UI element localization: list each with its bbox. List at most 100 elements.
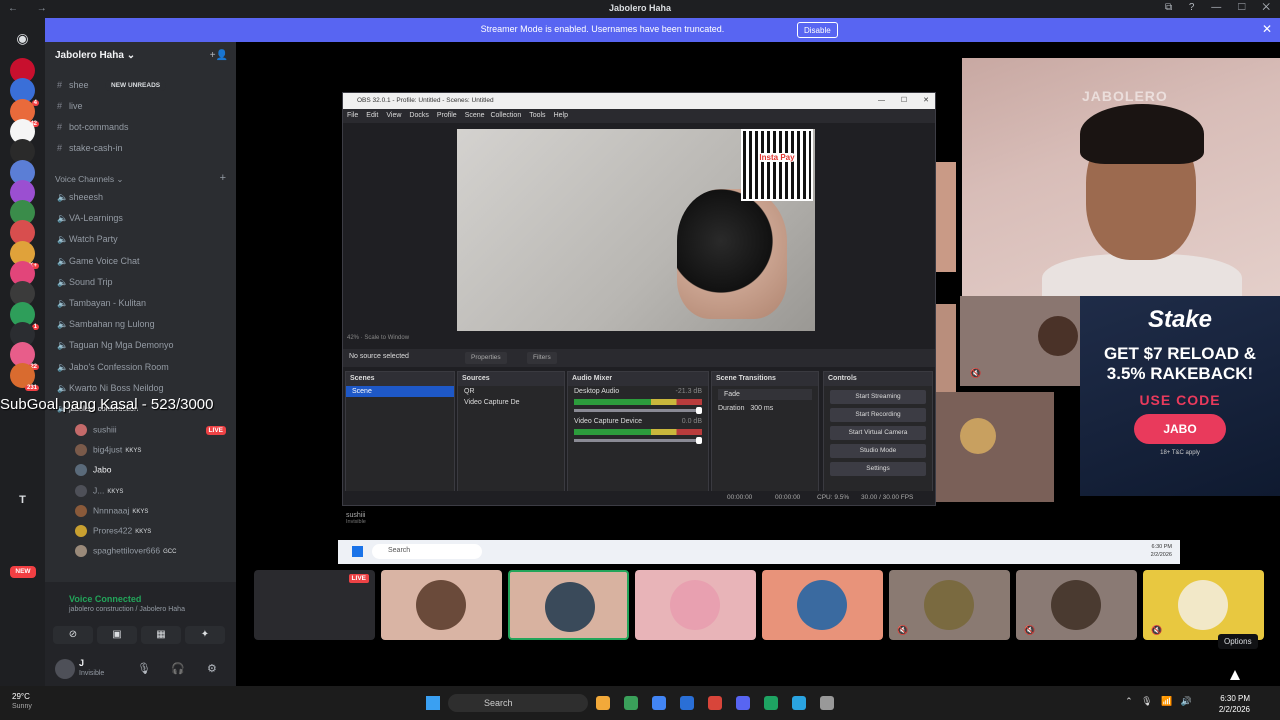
voice-channel[interactable]: 🔈Sambahan ng Lulong	[57, 319, 155, 335]
volume-slider[interactable]	[574, 407, 702, 414]
duration-input[interactable]: 300 ms	[750, 405, 773, 412]
volume-meter	[574, 429, 702, 435]
server-icon[interactable]: 231	[10, 362, 39, 391]
activities-icon[interactable]: ▦	[141, 626, 181, 644]
voice-category[interactable]: Voice Channels ⌄	[55, 174, 124, 185]
participant-tile[interactable]: 🔇	[960, 296, 1080, 386]
participant-tile[interactable]	[635, 570, 756, 640]
new-unreads-pill[interactable]: NEW UNREADS	[105, 80, 167, 91]
taskbar-app-icon[interactable]	[792, 696, 806, 710]
weather-widget[interactable]: 29°C Sunny	[12, 692, 32, 712]
obs-menu-item[interactable]: Docks	[409, 112, 428, 119]
hash-icon: #	[57, 143, 63, 153]
voice-channel[interactable]: 🔈Taguan Ng Mga Demonyo	[57, 340, 174, 356]
participant-tile[interactable]	[762, 570, 883, 640]
obs-menu-item[interactable]: File	[347, 112, 358, 119]
windows-start-icon[interactable]	[352, 546, 363, 557]
properties-button[interactable]: Properties	[465, 352, 507, 364]
taskbar-app-icon[interactable]	[736, 696, 750, 710]
disable-button[interactable]: Disable	[797, 22, 838, 38]
voice-user[interactable]: Nnnnaaaj KKYS	[75, 504, 148, 521]
voice-channel[interactable]: 🔈sheeesh	[57, 192, 103, 208]
participant-tile[interactable]: 🔇	[1143, 570, 1264, 640]
obs-control-button[interactable]: Settings	[830, 462, 926, 476]
participant-tile[interactable]: 🔇	[1016, 570, 1137, 640]
voice-channel[interactable]: 🔈VA-Learnings	[57, 213, 123, 229]
participant-tile[interactable]: LIVE	[254, 570, 375, 640]
partial-tile[interactable]	[936, 162, 956, 272]
taskbar-search[interactable]: Search	[448, 694, 588, 712]
participant-tile[interactable]: 🔇	[889, 570, 1010, 640]
text-channel[interactable]: # live	[57, 101, 83, 117]
window-controls[interactable]: ⧉ ? — ☐ ✕	[1165, 2, 1270, 13]
taskbar-app-icon[interactable]	[596, 696, 610, 710]
obs-menu-item[interactable]: Edit	[366, 112, 378, 119]
headphones-icon[interactable]: 🎧	[171, 662, 185, 675]
streamer-camera[interactable]: JABOLERO	[962, 58, 1280, 296]
text-channel[interactable]: # bot-commands	[57, 122, 129, 138]
taskbar-app-icon[interactable]	[764, 696, 778, 710]
taskbar-app-icon[interactable]	[820, 696, 834, 710]
voice-user[interactable]: spaghettilover666 GCC	[75, 545, 176, 561]
obs-menu-item[interactable]: View	[386, 112, 401, 119]
speaker-icon: 🔈	[57, 382, 69, 393]
voice-channel[interactable]: 🔈Tambayan - Kulitan	[57, 298, 146, 314]
add-member-icon[interactable]: +👤	[210, 50, 228, 61]
user-name[interactable]: J	[79, 658, 84, 668]
taskbar-app-icon[interactable]	[652, 696, 666, 710]
voice-user[interactable]: Prores422 KKYS	[75, 525, 151, 541]
avatar[interactable]	[55, 659, 75, 679]
obs-control-button[interactable]: Start Virtual Camera	[830, 426, 926, 440]
source-item[interactable]: QR	[458, 386, 564, 397]
voice-status[interactable]: Voice Connected	[69, 594, 141, 604]
voice-channel[interactable]: 🔈Game Voice Chat	[57, 256, 140, 272]
preview-scaling[interactable]: 42% · Scale to Window	[347, 335, 409, 341]
obs-control-button[interactable]: Studio Mode	[830, 444, 926, 458]
soundboard-icon[interactable]: ✦	[185, 626, 225, 644]
system-tray[interactable]: ⌃ 🎙 📶 🔊	[1125, 696, 1192, 707]
source-toolbar: No source selected Properties Filters	[343, 349, 935, 367]
voice-channel[interactable]: 🔈Sound Trip	[57, 277, 113, 293]
inner-search[interactable]: Search	[372, 544, 482, 559]
voice-channel[interactable]: 🔈Jabo's Confession Room	[57, 362, 169, 378]
voice-user[interactable]: J... KKYS	[75, 484, 123, 501]
participant-tile[interactable]	[508, 570, 629, 640]
participant-tile[interactable]	[936, 392, 1054, 502]
transition-select[interactable]: Fade	[718, 389, 812, 400]
voice-user[interactable]: Jabo	[75, 464, 111, 480]
add-channel-icon[interactable]: +	[220, 172, 226, 184]
obs-menu-item[interactable]: Scene Collection	[465, 112, 522, 119]
obs-control-button[interactable]: Start Streaming	[830, 390, 926, 404]
participant-tile[interactable]	[381, 570, 502, 640]
server-icon[interactable]: T	[10, 488, 35, 513]
microphone-icon[interactable]: 🎙	[137, 662, 151, 675]
volume-slider[interactable]	[574, 437, 702, 444]
obs-control-button[interactable]: Start Recording	[830, 408, 926, 422]
avatar	[75, 504, 87, 517]
stake-ad[interactable]: Stake GET $7 RELOAD & 3.5% RAKEBACK! USE…	[1080, 296, 1280, 496]
taskbar-app-icon[interactable]	[708, 696, 722, 710]
windows-start-icon[interactable]	[426, 696, 440, 710]
obs-menu-item[interactable]: Help	[554, 112, 568, 119]
text-channel[interactable]: # shee	[57, 80, 89, 96]
obs-menu-item[interactable]: Tools	[529, 112, 545, 119]
taskbar-app-icon[interactable]	[680, 696, 694, 710]
obs-menu-item[interactable]: Profile	[437, 112, 457, 119]
voice-user[interactable]: big4just KKYS	[75, 444, 141, 460]
settings-gear-icon[interactable]: ⚙	[207, 662, 217, 675]
speaker-icon: 🔈	[57, 298, 69, 308]
server-name[interactable]: Jabolero Haha ⌄	[55, 50, 135, 61]
close-icon[interactable]: ✕	[1262, 22, 1272, 36]
scene-item[interactable]: Scene	[346, 386, 454, 397]
filters-button[interactable]: Filters	[527, 352, 557, 364]
taskbar-app-icon[interactable]	[624, 696, 638, 710]
discord-home-icon[interactable]: ◉	[10, 26, 35, 51]
voice-channel[interactable]: 🔈Watch Party	[57, 234, 118, 250]
source-item[interactable]: Video Capture De	[458, 397, 564, 408]
camera-off-icon[interactable]: ⊘	[53, 626, 93, 644]
text-channel[interactable]: # stake-cash-in	[57, 143, 123, 159]
voice-user[interactable]: sushiii	[75, 424, 117, 440]
taskbar-clock[interactable]: 6:30 PM 2/2/2026	[1219, 693, 1250, 715]
voice-channel-path[interactable]: jabolero construction / Jabolero Haha	[69, 606, 185, 613]
screen-share-icon[interactable]: ▣	[97, 626, 137, 644]
